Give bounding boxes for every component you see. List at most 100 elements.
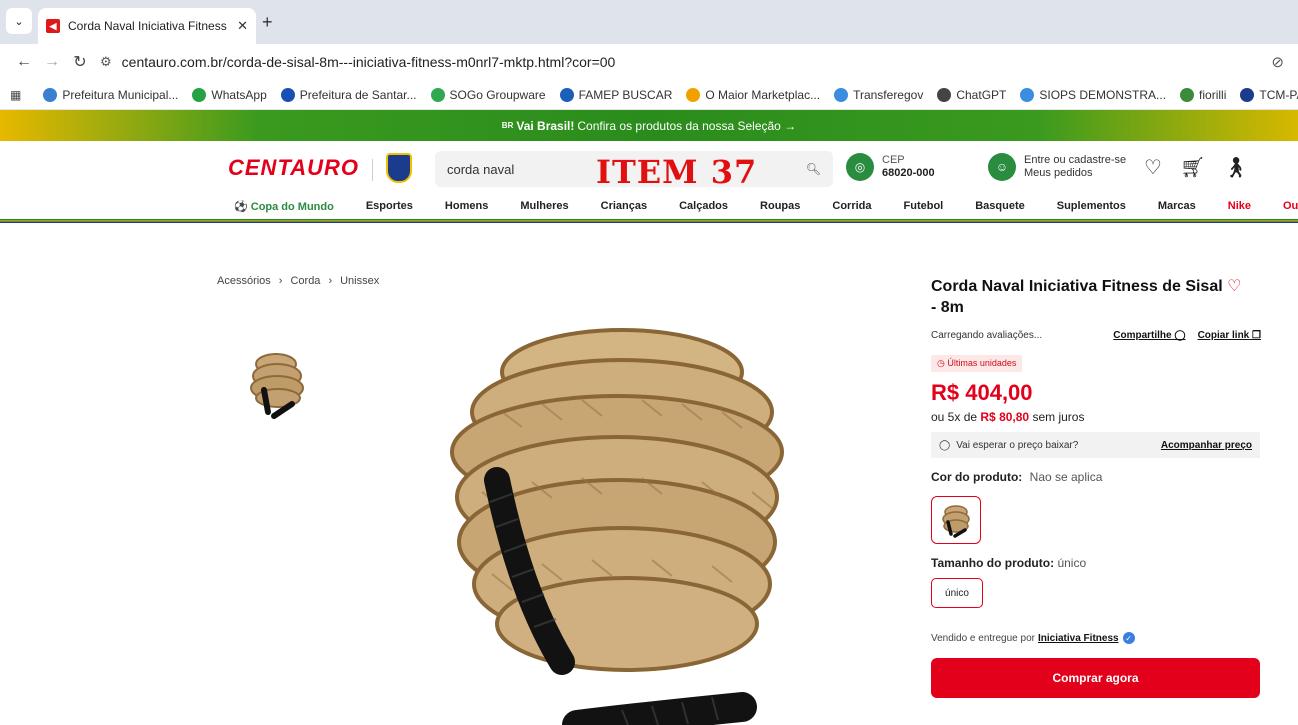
color-label: Cor do produto:	[931, 470, 1023, 484]
promo-bold: Vai Brasil!	[516, 118, 575, 133]
bookmark-favicon-icon	[937, 87, 952, 102]
user-icon: ☺	[988, 153, 1016, 181]
watch-price-link[interactable]: Acompanhar preço	[1161, 440, 1252, 451]
whatsapp-icon: ◯	[1174, 330, 1186, 341]
breadcrumb-separator: ›	[278, 275, 283, 287]
bookmark-item[interactable]: O Maior Marketplac...	[686, 87, 820, 102]
nav-item-copa-do-mundo[interactable]: ⚽ Copa do Mundo	[234, 200, 334, 213]
share-link[interactable]: Compartilhe ◯	[1113, 330, 1185, 341]
verified-check-icon: ✓	[1122, 632, 1135, 644]
bookmark-item[interactable]: WhatsApp	[192, 87, 267, 102]
buy-now-button[interactable]: Comprar agora	[931, 658, 1260, 698]
bookmark-favicon-icon	[430, 87, 445, 102]
seller-info: Vendido e entregue por Iniciativa Fitnes…	[931, 632, 1261, 644]
installments: ou 5x de R$ 80,80 sem juros	[931, 410, 1261, 424]
back-arrow-icon[interactable]: ←	[10, 53, 38, 71]
nav-item-crian-as[interactable]: Crianças	[601, 200, 647, 212]
tracking-protection-icon[interactable]: ⊘	[1271, 53, 1284, 71]
nav-item-outlet[interactable]: Outlet	[1283, 200, 1298, 212]
reload-icon[interactable]: ↻	[66, 52, 94, 72]
nav-item-marcas[interactable]: Marcas	[1158, 200, 1196, 212]
bookmark-item[interactable]: Transferegov	[834, 87, 924, 102]
price-watch-box: ◯ Vai esperar o preço baixar? Acompanhar…	[931, 432, 1260, 458]
bookmark-item[interactable]: ChatGPT	[937, 87, 1006, 102]
size-option-button[interactable]: único	[931, 578, 983, 608]
bookmark-favicon-icon	[192, 87, 207, 102]
bookmark-label: Transferegov	[853, 87, 924, 102]
site-settings-icon[interactable]: ⚙	[100, 54, 112, 70]
copy-link[interactable]: Copiar link ❐	[1198, 330, 1261, 341]
promo-banner[interactable]: BR Vai Brasil! Confira os produtos da no…	[0, 110, 1298, 141]
seller-name-link[interactable]: Iniciativa Fitness	[1038, 633, 1119, 644]
breadcrumb-item[interactable]: Corda	[290, 275, 320, 287]
bookmark-favicon-icon	[1240, 87, 1255, 102]
bookmark-item[interactable]: Prefeitura de Santar...	[280, 87, 417, 102]
size-label: Tamanho do produto:	[931, 556, 1055, 570]
bookmark-label: fiorilli	[1199, 87, 1227, 102]
nav-item-corrida[interactable]: Corrida	[832, 200, 871, 212]
tab-list-chevron-icon[interactable]: ⌄	[6, 8, 32, 34]
clock-icon: ◷	[937, 358, 945, 368]
account-login-text: Entre ou cadastre-se	[1024, 154, 1127, 166]
url-text: centauro.com.br/corda-de-sisal-8m---inic…	[121, 54, 616, 70]
size-value: único	[1057, 556, 1087, 570]
favorite-heart-icon[interactable]: ♡	[1227, 278, 1241, 295]
address-bar: ← → ↻ ⚙ centauro.com.br/corda-de-sisal-8…	[0, 44, 1298, 80]
reviews-loading: Carregando avaliações...	[931, 330, 1043, 341]
nav-item-nike[interactable]: Nike	[1228, 200, 1251, 212]
cart-icon[interactable]: 🛒︎	[1180, 155, 1205, 180]
installment-suffix: sem juros	[1032, 410, 1085, 424]
centauro-logo[interactable]: CENTAURO	[228, 155, 359, 181]
nav-item-basquete[interactable]: Basquete	[975, 200, 1025, 212]
new-tab-button[interactable]: +	[262, 12, 273, 33]
promo-prefix: BR	[501, 121, 514, 130]
bookmark-favicon-icon	[43, 87, 58, 102]
cep-value: 68020-000	[882, 167, 935, 179]
wishlist-heart-icon[interactable]: ♡	[1144, 155, 1162, 180]
apps-grid-icon[interactable]: ▦	[10, 88, 21, 102]
whatsapp-watch-icon: ◯	[939, 439, 951, 451]
product-thumbnail[interactable]	[244, 346, 314, 422]
account-menu[interactable]: ☺ Entre ou cadastre-se Meus pedidos	[988, 153, 1126, 181]
bookmark-favicon-icon	[1020, 87, 1035, 102]
forward-arrow-icon[interactable]: →	[38, 53, 66, 71]
bookmark-favicon-icon	[834, 87, 849, 102]
copy-icon: ❐	[1252, 330, 1261, 341]
nav-item-futebol[interactable]: Futebol	[904, 200, 944, 212]
product-title-main: Corda Naval Iniciativa Fitness de Sisal	[931, 278, 1223, 295]
breadcrumb-item[interactable]: Unissex	[340, 275, 379, 287]
bookmark-item[interactable]: SIOPS DEMONSTRA...	[1020, 87, 1166, 102]
product-price: R$ 404,00	[931, 380, 1033, 405]
nav-item-mulheres[interactable]: Mulheres	[520, 200, 568, 212]
browser-tab[interactable]: ◀ Corda Naval Iniciativa Fitness de ✕	[38, 8, 256, 44]
nav-item-homens[interactable]: Homens	[445, 200, 488, 212]
rope-swatch-icon	[942, 505, 970, 538]
nav-item-roupas[interactable]: Roupas	[760, 200, 800, 212]
share-row: Carregando avaliações... Compartilhe ◯ C…	[931, 330, 1261, 341]
bookmark-favicon-icon	[686, 87, 701, 102]
price-watch-label: Vai esperar o preço baixar?	[956, 439, 1079, 451]
product-main-image[interactable]	[412, 312, 842, 725]
product-info-panel: Corda Naval Iniciativa Fitness de Sisal …	[931, 276, 1261, 698]
bookmark-item[interactable]: TCM-PA - Portal	[1240, 87, 1298, 102]
nav-item-suplementos[interactable]: Suplementos	[1057, 200, 1126, 212]
cep-selector[interactable]: ◎ CEP 68020-000	[846, 153, 935, 181]
color-swatch[interactable]	[931, 496, 981, 544]
nav-item-esportes[interactable]: Esportes	[366, 200, 413, 212]
bookmarks-bar: ▦ Prefeitura Municipal... WhatsApp Prefeit…	[0, 80, 1298, 110]
installment-prefix: ou 5x de	[931, 410, 978, 424]
bookmark-item[interactable]: Prefeitura Municipal...	[43, 87, 178, 102]
site-header: CENTAURO corda naval 🔍︎ ITEM 37 ◎ CEP 68…	[0, 141, 1298, 193]
nav-item-cal-ados[interactable]: Calçados	[679, 200, 728, 212]
breadcrumb-item[interactable]: Acessórios	[217, 275, 271, 287]
breadcrumb-separator: ›	[328, 275, 333, 287]
bookmark-item[interactable]: FAMEP BUSCAR	[559, 87, 672, 102]
bookmark-item[interactable]: SOGo Groupware	[430, 87, 546, 102]
url-field[interactable]: ⚙ centauro.com.br/corda-de-sisal-8m---in…	[100, 47, 1271, 77]
bookmark-label: WhatsApp	[211, 87, 267, 102]
bookmark-item[interactable]: fiorilli	[1180, 87, 1227, 102]
close-tab-icon[interactable]: ✕	[237, 18, 248, 34]
accessibility-icon[interactable]: 🚶︎	[1223, 155, 1248, 180]
bookmark-favicon-icon	[280, 87, 295, 102]
search-icon[interactable]: 🔍︎	[806, 162, 821, 176]
